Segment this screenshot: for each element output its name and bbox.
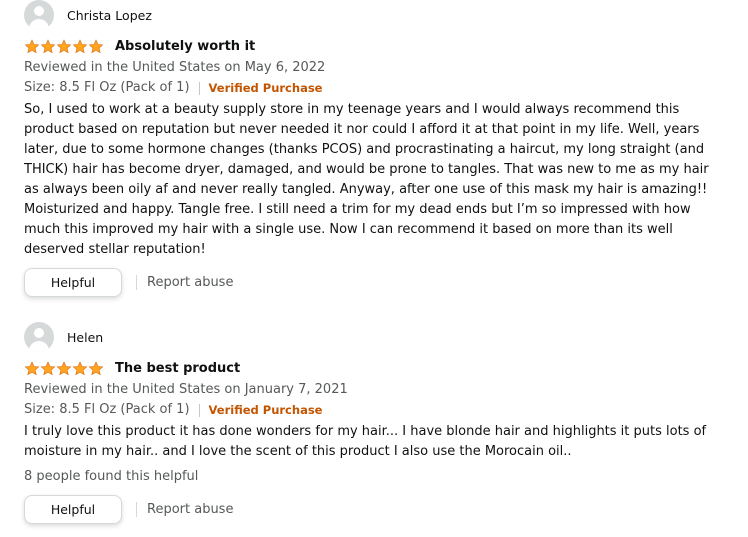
review-card: Helen The best product Reviewed in the U…	[24, 322, 724, 524]
helpful-button[interactable]: Helpful	[24, 495, 122, 524]
star-icon	[40, 360, 56, 375]
review-date: Reviewed in the United States on May 6, …	[24, 60, 326, 75]
reviewer-name[interactable]: Helen	[67, 330, 103, 345]
helpful-button[interactable]: Helpful	[24, 268, 122, 297]
reviewer-profile[interactable]: Helen	[24, 322, 724, 352]
review-title[interactable]: The best product	[115, 361, 240, 376]
star-icon	[88, 38, 104, 53]
star-icon	[72, 38, 88, 53]
reviews-list: Christa Lopez Absolutely worth it Review…	[0, 0, 748, 537]
avatar-icon	[24, 322, 54, 352]
review-body: So, I used to work at a beauty supply st…	[24, 102, 709, 257]
review-body: I truly love this product it has done wo…	[24, 424, 707, 459]
report-abuse-link[interactable]: Report abuse	[147, 275, 233, 290]
product-format[interactable]: Size: 8.5 Fl Oz (Pack of 1)	[24, 400, 190, 420]
avatar-icon	[24, 0, 54, 30]
star-icon	[24, 360, 40, 375]
star-icon	[88, 360, 104, 375]
verified-purchase-badge: Verified Purchase	[208, 81, 323, 95]
review-date: Reviewed in the United States on January…	[24, 382, 348, 397]
divider	[198, 81, 200, 95]
star-icon	[56, 38, 72, 53]
star-icon	[24, 38, 40, 53]
reviewer-name[interactable]: Christa Lopez	[67, 8, 152, 23]
star-rating[interactable]	[24, 38, 104, 54]
divider	[136, 502, 137, 517]
review-title[interactable]: Absolutely worth it	[115, 39, 255, 54]
helpful-count: 8 people found this helpful	[24, 469, 199, 484]
star-icon	[40, 38, 56, 53]
report-abuse-link[interactable]: Report abuse	[147, 502, 233, 517]
product-format[interactable]: Size: 8.5 Fl Oz (Pack of 1)	[24, 78, 190, 98]
divider	[198, 403, 200, 417]
review-card: Christa Lopez Absolutely worth it Review…	[24, 0, 724, 297]
divider	[136, 275, 137, 290]
star-rating[interactable]	[24, 360, 104, 376]
reviewer-profile[interactable]: Christa Lopez	[24, 0, 724, 30]
star-icon	[72, 360, 88, 375]
verified-purchase-badge: Verified Purchase	[208, 403, 323, 417]
star-icon	[56, 360, 72, 375]
